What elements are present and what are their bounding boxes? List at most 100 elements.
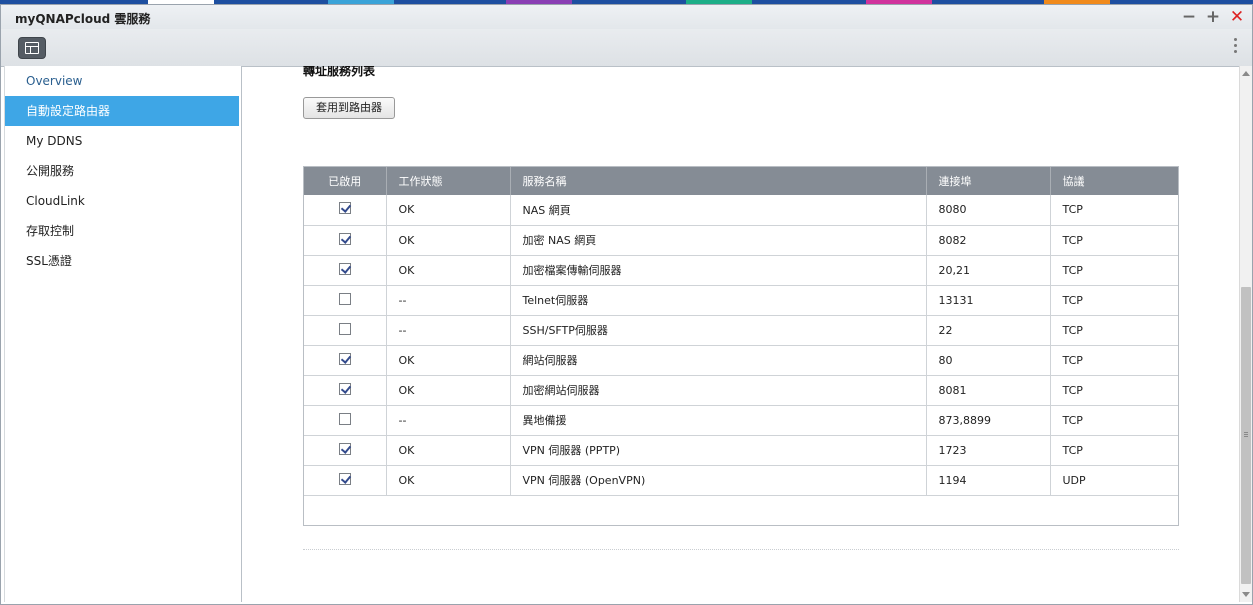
port-cell: 22 bbox=[926, 315, 1051, 346]
column-header-status[interactable]: 工作狀態 bbox=[386, 167, 511, 195]
protocol-cell: TCP bbox=[1050, 225, 1178, 256]
port-cell: 8081 bbox=[926, 375, 1051, 406]
protocol-cell: TCP bbox=[1050, 435, 1178, 466]
layout-icon bbox=[25, 42, 39, 54]
port-cell: 1723 bbox=[926, 435, 1051, 466]
close-button[interactable]: ✕ bbox=[1227, 7, 1247, 27]
port-cell: 8082 bbox=[926, 225, 1051, 256]
column-header-port[interactable]: 連接埠 bbox=[926, 167, 1051, 195]
table-header-row: 已啟用 工作狀態 服務名稱 連接埠 協議 bbox=[304, 167, 1178, 195]
grip-icon bbox=[1244, 432, 1248, 433]
service-cell: SSH/SFTP伺服器 bbox=[510, 315, 927, 346]
port-cell: 873,8899 bbox=[926, 405, 1051, 436]
enabled-checkbox[interactable] bbox=[338, 352, 351, 365]
more-options-icon[interactable] bbox=[1232, 38, 1238, 58]
table-row[interactable]: OK 加密網站伺服器 8081 TCP bbox=[304, 375, 1178, 406]
enabled-checkbox[interactable] bbox=[338, 472, 351, 485]
sidebar-item-published-services[interactable]: 公開服務 bbox=[5, 156, 241, 186]
enabled-cell bbox=[304, 195, 387, 226]
main-content: 轉址服務列表 套用到路由器 已啟用 工作狀態 服務名稱 連接埠 協議 OK NA… bbox=[243, 66, 1239, 602]
port-cell: 8080 bbox=[926, 195, 1051, 226]
protocol-cell: TCP bbox=[1050, 255, 1178, 286]
sidebar-item-access-control[interactable]: 存取控制 bbox=[5, 216, 241, 246]
enabled-cell bbox=[304, 285, 387, 316]
protocol-cell: TCP bbox=[1050, 195, 1178, 226]
column-header-protocol[interactable]: 協議 bbox=[1050, 167, 1178, 195]
service-cell: 加密網站伺服器 bbox=[510, 375, 927, 406]
protocol-cell: TCP bbox=[1050, 345, 1178, 376]
enabled-cell bbox=[304, 345, 387, 376]
enabled-cell bbox=[304, 405, 387, 436]
enabled-checkbox[interactable] bbox=[338, 322, 351, 335]
enabled-checkbox[interactable] bbox=[338, 412, 351, 425]
service-cell: NAS 網頁 bbox=[510, 195, 927, 226]
service-cell: 加密檔案傳輸伺服器 bbox=[510, 255, 927, 286]
status-cell: OK bbox=[386, 435, 511, 466]
protocol-cell: TCP bbox=[1050, 375, 1178, 406]
sidebar-item-auto-router[interactable]: 自動設定路由器 bbox=[5, 96, 239, 126]
status-cell: OK bbox=[386, 225, 511, 256]
apply-to-router-button[interactable]: 套用到路由器 bbox=[303, 97, 395, 119]
enabled-checkbox[interactable] bbox=[338, 202, 351, 215]
sidebar-item-ssl-certificate[interactable]: SSL憑證 bbox=[5, 246, 241, 276]
enabled-checkbox[interactable] bbox=[338, 292, 351, 305]
table-row[interactable]: OK 加密 NAS 網頁 8082 TCP bbox=[304, 225, 1178, 256]
enabled-cell bbox=[304, 225, 387, 256]
service-cell: Telnet伺服器 bbox=[510, 285, 927, 316]
protocol-cell: TCP bbox=[1050, 405, 1178, 436]
port-cell: 20,21 bbox=[926, 255, 1051, 286]
enabled-checkbox[interactable] bbox=[338, 382, 351, 395]
enabled-checkbox[interactable] bbox=[338, 232, 351, 245]
table-row[interactable]: OK 網站伺服器 80 TCP bbox=[304, 345, 1178, 376]
sidebar: Overview 自動設定路由器 My DDNS 公開服務 CloudLink … bbox=[4, 66, 242, 602]
column-header-service[interactable]: 服務名稱 bbox=[510, 167, 927, 195]
scroll-down-icon[interactable] bbox=[1242, 592, 1250, 597]
sidebar-item-cloudlink[interactable]: CloudLink bbox=[5, 186, 241, 216]
port-forwarding-table: 已啟用 工作狀態 服務名稱 連接埠 協議 OK NAS 網頁 8080 TCP bbox=[303, 166, 1179, 526]
port-cell: 13131 bbox=[926, 285, 1051, 316]
status-cell: OK bbox=[386, 255, 511, 286]
table-row[interactable]: OK VPN 伺服器 (PPTP) 1723 TCP bbox=[304, 435, 1178, 466]
enabled-cell bbox=[304, 435, 387, 466]
status-cell: OK bbox=[386, 465, 511, 496]
service-cell: 網站伺服器 bbox=[510, 345, 927, 376]
table-row[interactable]: OK 加密檔案傳輸伺服器 20,21 TCP bbox=[304, 255, 1178, 286]
port-cell: 1194 bbox=[926, 465, 1051, 496]
table-row[interactable]: -- Telnet伺服器 13131 TCP bbox=[304, 285, 1178, 316]
service-cell: 異地備援 bbox=[510, 405, 927, 436]
table-row[interactable]: OK NAS 網頁 8080 TCP bbox=[304, 195, 1178, 226]
table-row[interactable]: OK VPN 伺服器 (OpenVPN) 1194 UDP bbox=[304, 465, 1178, 496]
protocol-cell: UDP bbox=[1050, 465, 1178, 496]
section-title: 轉址服務列表 bbox=[303, 66, 376, 78]
divider bbox=[303, 549, 1179, 550]
scroll-up-icon[interactable] bbox=[1242, 71, 1250, 76]
vertical-scrollbar[interactable] bbox=[1239, 66, 1252, 602]
column-header-enabled[interactable]: 已啟用 bbox=[304, 167, 387, 195]
enabled-cell bbox=[304, 315, 387, 346]
protocol-cell: TCP bbox=[1050, 315, 1178, 346]
table-row[interactable]: -- SSH/SFTP伺服器 22 TCP bbox=[304, 315, 1178, 346]
enabled-checkbox[interactable] bbox=[338, 442, 351, 455]
maximize-button[interactable]: + bbox=[1203, 7, 1223, 27]
service-cell: VPN 伺服器 (PPTP) bbox=[510, 435, 927, 466]
enabled-cell bbox=[304, 375, 387, 406]
status-cell: -- bbox=[386, 405, 511, 436]
service-cell: VPN 伺服器 (OpenVPN) bbox=[510, 465, 927, 496]
enabled-cell bbox=[304, 255, 387, 286]
status-cell: -- bbox=[386, 315, 511, 346]
toggle-sidebar-button[interactable] bbox=[18, 37, 46, 59]
port-cell: 80 bbox=[926, 345, 1051, 376]
status-cell: OK bbox=[386, 375, 511, 406]
scrollbar-thumb[interactable] bbox=[1241, 287, 1251, 584]
window-title: myQNAPcloud 雲服務 bbox=[15, 12, 151, 26]
table-row[interactable]: -- 異地備援 873,8899 TCP bbox=[304, 405, 1178, 436]
minimize-button[interactable]: − bbox=[1179, 7, 1199, 27]
status-cell: -- bbox=[386, 285, 511, 316]
enabled-cell bbox=[304, 465, 387, 496]
enabled-checkbox[interactable] bbox=[338, 262, 351, 275]
sidebar-item-my-ddns[interactable]: My DDNS bbox=[5, 126, 241, 156]
status-cell: OK bbox=[386, 345, 511, 376]
title-bar[interactable]: myQNAPcloud 雲服務 − + ✕ bbox=[1, 5, 1252, 29]
service-cell: 加密 NAS 網頁 bbox=[510, 225, 927, 256]
sidebar-item-overview[interactable]: Overview bbox=[5, 66, 241, 96]
